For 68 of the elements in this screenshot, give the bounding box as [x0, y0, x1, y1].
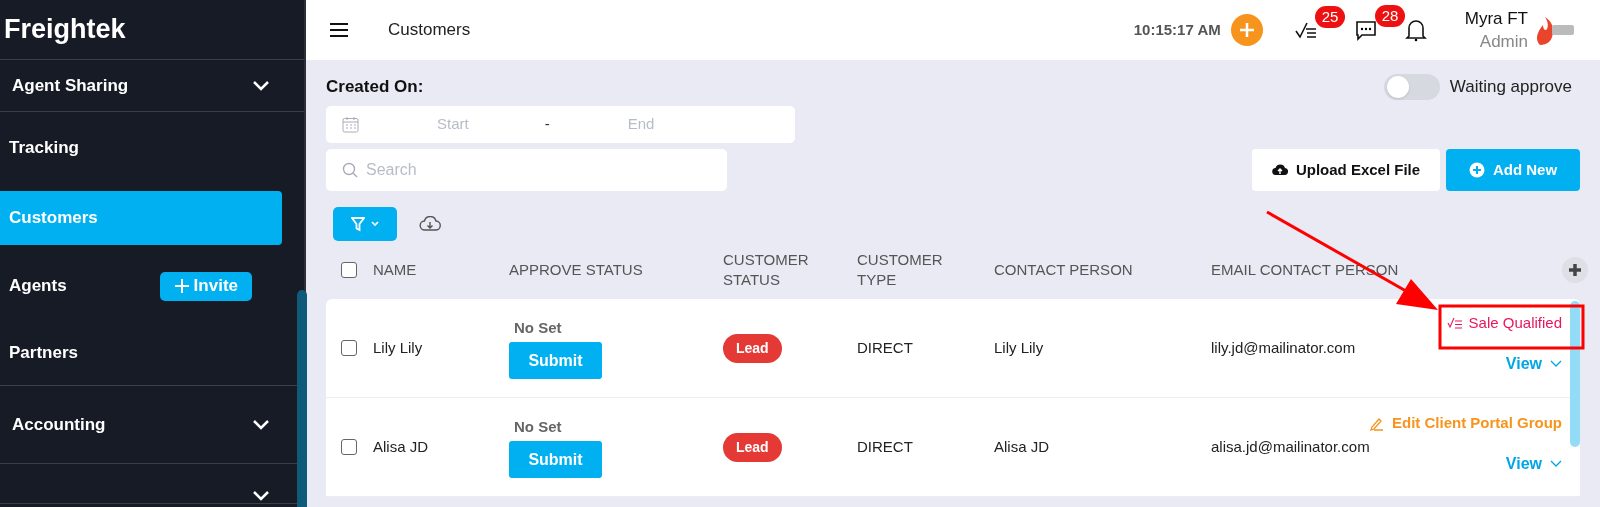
column-header: CUSTOMER STATUS: [723, 250, 810, 290]
scrollbar[interactable]: [297, 290, 307, 507]
table-cell-text: lily.jd@mailinator.com: [1211, 337, 1357, 358]
sale-qualified-button[interactable]: Sale Qualified: [1446, 311, 1562, 335]
chevron-down-icon: [1550, 360, 1562, 369]
view-button[interactable]: View: [1505, 452, 1562, 477]
filter-icon: [351, 216, 365, 232]
brand-logo: Freightek: [0, 0, 304, 60]
date-range-field[interactable]: Start - End: [326, 106, 795, 143]
checkbox[interactable]: [341, 340, 357, 356]
menu-icon[interactable]: [330, 22, 348, 38]
table-cell-text: Lily Lily: [373, 337, 424, 358]
column-header: CONTACT PERSON: [994, 260, 1134, 280]
chevron-down-icon[interactable]: [252, 490, 270, 502]
clock-time: 10:15:17 AM: [1133, 19, 1221, 40]
table-cell-text: alisa.jd@mailinator.com: [1211, 436, 1371, 457]
upload-button[interactable]: Upload Excel File: [1252, 149, 1440, 191]
sidebar-item[interactable]: Agents Invite: [0, 271, 290, 301]
chevron-down-icon: [1550, 460, 1562, 469]
chevron-down-icon[interactable]: [252, 418, 270, 431]
toggle-switch[interactable]: [1383, 74, 1440, 100]
toggle-label: Waiting approve: [1449, 76, 1572, 99]
checklist-icon: [1446, 316, 1463, 330]
table-cell-text: DIRECT: [857, 337, 914, 358]
view-button[interactable]: View: [1505, 352, 1562, 377]
bell-icon[interactable]: [1404, 18, 1427, 42]
chat-icon[interactable]: [1354, 19, 1377, 41]
sidebar-item[interactable]: Accounting: [0, 411, 290, 438]
plus-icon: [173, 278, 190, 294]
table-cell-text: Alisa JD: [994, 436, 1050, 457]
edit-portal-group-button[interactable]: Edit Client Portal Group: [1368, 411, 1562, 435]
status-badge: Lead: [723, 333, 782, 363]
add-new-button[interactable]: Add New: [1446, 149, 1580, 191]
table-cell-text: Alisa JD: [373, 436, 429, 457]
caret-icon: [371, 221, 379, 227]
created-on-label: Created On:: [326, 76, 424, 99]
chevron-down-icon[interactable]: [252, 79, 270, 92]
sidebar-item[interactable]: Customers: [0, 191, 282, 245]
status-badge: Lead: [723, 432, 782, 462]
plus-icon[interactable]: [1562, 257, 1588, 283]
user-role: Admin: [1479, 31, 1528, 53]
page-title: Customers: [388, 19, 471, 42]
column-header: NAME: [373, 260, 418, 280]
cloud-download-icon[interactable]: [419, 216, 441, 232]
checkbox[interactable]: [341, 262, 357, 278]
plus-circle-icon: [1468, 162, 1485, 178]
search-field[interactable]: Search: [326, 149, 727, 191]
column-header: CUSTOMER TYPE: [857, 250, 944, 290]
invite-button[interactable]: Invite: [159, 271, 252, 301]
column-header: APPROVE STATUS: [509, 260, 644, 280]
calendar-icon: [342, 116, 359, 133]
user-name: Myra FT: [1464, 8, 1528, 30]
approve-status: No Set: [514, 416, 562, 437]
approve-status: No Set: [514, 317, 562, 338]
count-badge: 25: [1314, 6, 1346, 28]
table-cell-text: Lily Lily: [994, 337, 1045, 358]
count-badge: 28: [1374, 5, 1406, 27]
sidebar-item[interactable]: Tracking: [0, 135, 290, 161]
submit-button[interactable]: Submit: [509, 342, 602, 380]
checklist-icon[interactable]: [1294, 20, 1319, 40]
sidebar-item[interactable]: Agent Sharing: [0, 72, 290, 99]
cloud-upload-icon: [1271, 163, 1288, 177]
sidebar-item[interactable]: Partners: [0, 339, 290, 366]
checkbox[interactable]: [341, 439, 357, 455]
table-cell-text: DIRECT: [857, 436, 914, 457]
submit-button[interactable]: Submit: [509, 441, 602, 479]
search-icon: [342, 162, 358, 178]
scrollbar[interactable]: [1570, 301, 1580, 447]
